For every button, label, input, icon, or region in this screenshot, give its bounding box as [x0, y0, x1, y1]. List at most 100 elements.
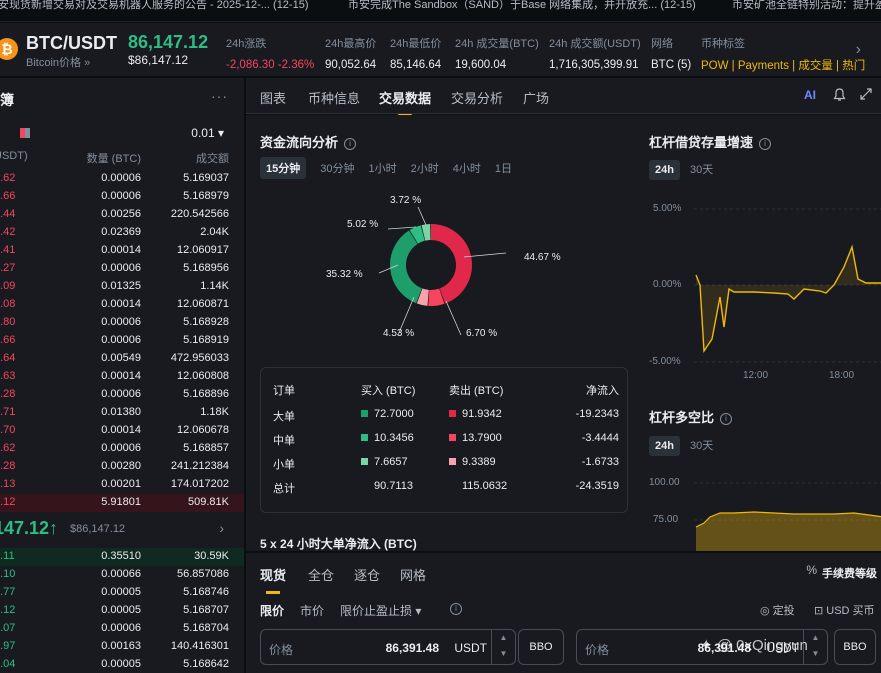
interval-15m[interactable]: 15分钟: [260, 157, 307, 179]
ask-row[interactable]: 9.08 0.00014 12.060871: [0, 296, 244, 314]
ask-price: 9.66: [0, 190, 16, 202]
interval-4h[interactable]: 4小时: [453, 157, 481, 179]
bid-row[interactable]: 4.04 0.00005 5.168642: [0, 656, 244, 673]
donut-slice: [428, 288, 445, 306]
bbo-button[interactable]: BBO: [834, 629, 876, 665]
margin-title-text: 杠杆借贷存量增速: [649, 135, 754, 150]
ask-row[interactable]: 9.27 0.00006 5.168956: [0, 260, 244, 278]
ticker-item[interactable]: 币安完成The Sandbox（SAND）于Base 网络集成，并开放充... …: [348, 0, 696, 11]
stat-network[interactable]: 网络 BTC (5): [651, 35, 691, 71]
info-icon[interactable]: i: [344, 138, 357, 150]
tab-isolated[interactable]: 逐仓: [354, 565, 380, 584]
stat-24h-turnover: 24h 成交额(USDT) 1,716,305,399.91: [549, 35, 641, 71]
chevron-right-icon[interactable]: ›: [856, 41, 861, 59]
ask-row[interactable]: 8.63 0.00014 12.060808: [0, 368, 244, 386]
ask-row[interactable]: 9.41 0.00014 12.060917: [0, 242, 244, 260]
period-24h[interactable]: 24h: [649, 436, 680, 456]
bid-row[interactable]: 6.12 0.00005 5.168707: [0, 602, 244, 620]
row-sell-value: 91.9342: [462, 408, 502, 420]
order-type-market[interactable]: 市价: [300, 602, 324, 619]
bell-icon[interactable]: [833, 88, 846, 105]
interval-1d[interactable]: 1日: [495, 157, 512, 179]
legend-swatch: [361, 410, 368, 417]
period-30d[interactable]: 30天: [690, 157, 713, 181]
info-icon[interactable]: i: [720, 413, 733, 425]
bid-row[interactable]: 6.77 0.00005 5.168746: [0, 584, 244, 602]
price-step-select[interactable]: 0.01 ▾: [191, 126, 224, 140]
usd-buy-link[interactable]: ⊡ USD 买币: [814, 602, 875, 618]
tab-trading-data[interactable]: 交易数据: [379, 88, 431, 117]
ticker-item[interactable]: 安现货新增交易对及交易机器人服务的公告 - 2025-12-... (12-15…: [0, 0, 309, 11]
ask-row[interactable]: 8.66 0.00006 5.168919: [0, 332, 244, 350]
fee-level-link[interactable]: 手续费等级: [822, 565, 877, 581]
more-icon[interactable]: ···: [211, 88, 228, 104]
ask-row[interactable]: 0.62 0.00006 5.169037: [0, 170, 244, 188]
bid-row[interactable]: 7.10 0.00066 56.857086: [0, 566, 244, 584]
bid-row[interactable]: 7.11 0.35510 30.59K: [0, 548, 244, 566]
ask-qty: 0.00014: [101, 298, 141, 310]
interval-30m[interactable]: 30分钟: [320, 157, 354, 179]
info-icon[interactable]: i: [450, 603, 462, 615]
ticker-item[interactable]: 币安矿池全链特别活动：提升盈: [732, 0, 881, 11]
interval-1h[interactable]: 1小时: [369, 157, 397, 179]
ask-total: 12.060871: [177, 298, 229, 310]
tab-cross[interactable]: 全仓: [308, 565, 334, 584]
ask-row[interactable]: 7.71 0.01380 1.18K: [0, 404, 244, 422]
header-buy: 买入 (BTC): [361, 385, 416, 397]
period-30d[interactable]: 30天: [690, 433, 713, 457]
ask-row[interactable]: 8.80 0.00006 5.168928: [0, 314, 244, 332]
chevron-right-icon[interactable]: ›: [219, 520, 224, 536]
tab-trading-analysis[interactable]: 交易分析: [451, 88, 503, 107]
interval-2h[interactable]: 2小时: [411, 157, 439, 179]
orderbook-mid[interactable]: 147.12↑ $86,147.12 ›: [0, 518, 244, 542]
expand-icon[interactable]: [860, 88, 872, 103]
layout-asks-icon[interactable]: [20, 128, 30, 138]
period-24h[interactable]: 24h: [649, 160, 680, 180]
donut-slice: [430, 224, 472, 304]
info-icon[interactable]: i: [759, 138, 772, 150]
row-sell: 91.9342: [449, 408, 502, 420]
price-input[interactable]: 86,391.48: [386, 641, 439, 655]
bbo-button[interactable]: BBO: [518, 629, 564, 665]
ask-row[interactable]: 8.28 0.00006 5.168896: [0, 386, 244, 404]
order-type-stop-limit[interactable]: 限价止盈止损 ▾: [340, 602, 421, 619]
ask-row[interactable]: 7.12 5.91801 509.81K: [0, 494, 244, 512]
stat-tags[interactable]: 币种标签 POW | Payments | 成交量 | 热门: [701, 35, 865, 73]
ai-icon[interactable]: AI: [804, 88, 816, 102]
coin-info-link[interactable]: Bitcoin价格 »: [26, 54, 90, 70]
margin-title: 杠杆借贷存量增速 i: [649, 132, 772, 151]
ask-row[interactable]: 9.66 0.00006 5.168979: [0, 188, 244, 206]
ask-row[interactable]: 8.64 0.00549 472.956033: [0, 350, 244, 368]
tab-coin-info[interactable]: 币种信息: [308, 88, 360, 107]
ask-row[interactable]: 7.28 0.00280 241.212384: [0, 458, 244, 476]
ask-row[interactable]: 7.62 0.00006 5.168857: [0, 440, 244, 458]
ask-qty: 0.00006: [101, 190, 141, 202]
ask-row[interactable]: 9.44 0.00256 220.542566: [0, 206, 244, 224]
tab-square[interactable]: 广场: [523, 88, 549, 107]
row-name: 总计: [273, 483, 295, 495]
orderbook-title: 簿: [0, 92, 14, 108]
ask-total: 1.18K: [200, 406, 229, 418]
bid-qty: 0.00005: [101, 604, 141, 616]
layout-both-icon[interactable]: [0, 128, 4, 138]
margin-periods: 24h 30天: [649, 157, 723, 181]
ask-total: 5.168928: [183, 316, 229, 328]
ask-row[interactable]: 9.09 0.01325 1.14K: [0, 278, 244, 296]
tab-chart[interactable]: 图表: [260, 88, 286, 107]
leader-line: [417, 206, 427, 226]
donut-label: 4.53 %: [383, 328, 415, 339]
buy-price-field[interactable]: 价格 86,391.48 USDT ▲ ▼: [260, 629, 516, 665]
pair-name[interactable]: BTC/USDT: [26, 33, 117, 54]
tab-grid[interactable]: 网格: [400, 565, 426, 584]
ask-row[interactable]: 7.13 0.00201 174.017202: [0, 476, 244, 494]
bid-row[interactable]: 5.07 0.00006 5.168704: [0, 620, 244, 638]
ask-row[interactable]: 9.42 0.02369 2.04K: [0, 224, 244, 242]
ask-row[interactable]: 7.70 0.00014 12.060678: [0, 422, 244, 440]
order-type-limit[interactable]: 限价: [260, 602, 284, 619]
tab-spot[interactable]: 现货: [260, 565, 286, 594]
price-stepper[interactable]: ▲ ▼: [491, 630, 515, 664]
bid-row[interactable]: 4.97 0.00163 140.416301: [0, 638, 244, 656]
recurring-buy-link[interactable]: ◎ 定投: [760, 602, 795, 618]
mid-price: 147.12↑: [0, 518, 59, 538]
row-net: -1.6733: [581, 456, 619, 468]
